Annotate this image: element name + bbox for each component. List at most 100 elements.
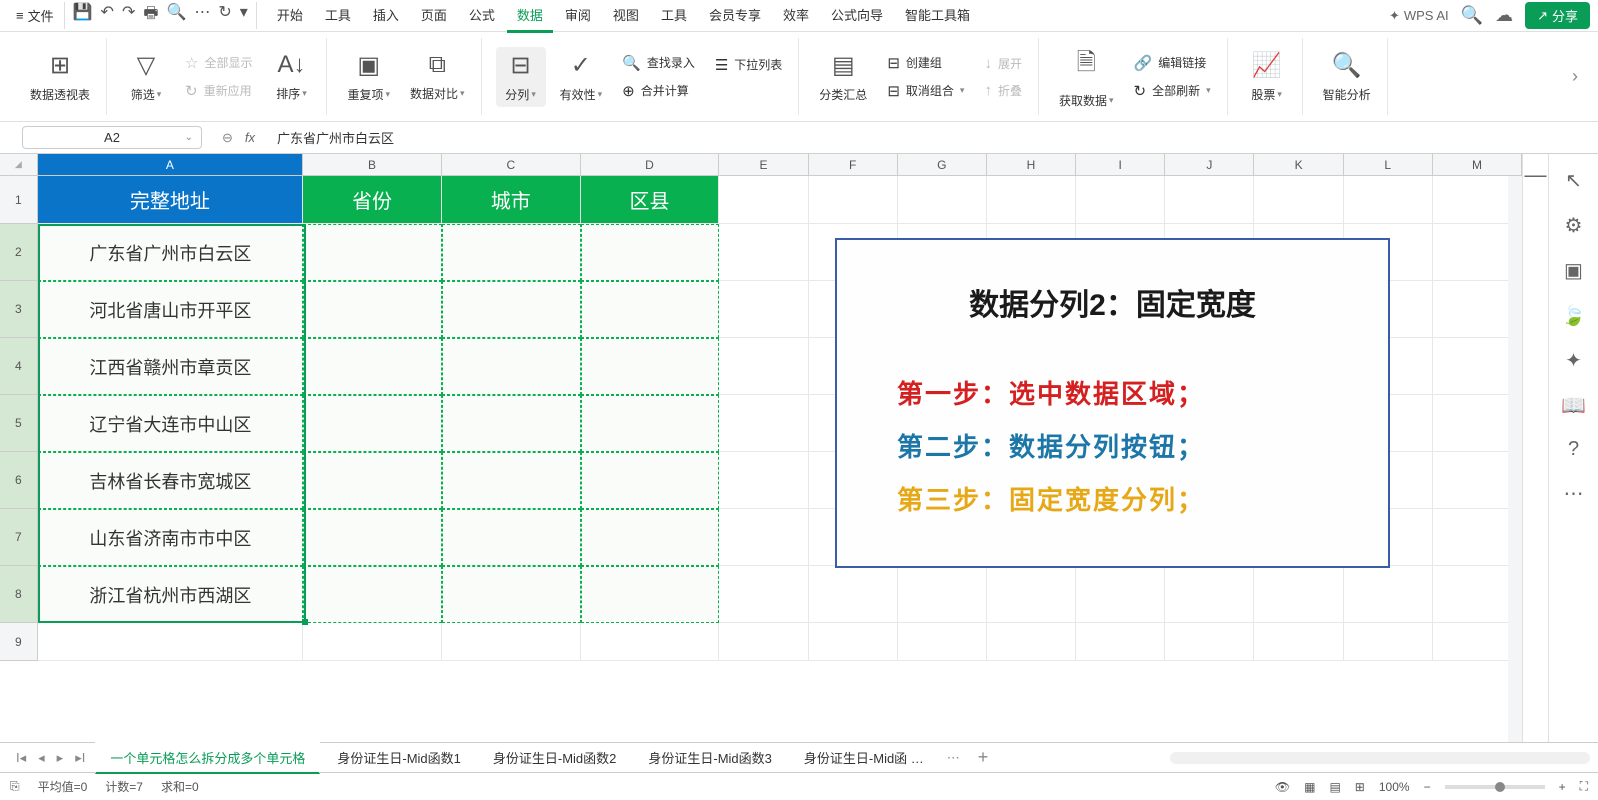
col-header-L[interactable]: L xyxy=(1344,154,1433,175)
ungroup-button[interactable]: ⊟取消组合▾ xyxy=(881,79,970,103)
cell-E5[interactable] xyxy=(719,395,808,452)
fx-icon[interactable]: fx xyxy=(245,130,255,145)
sheet-tab-3[interactable]: 身份证生日-Mid函数3 xyxy=(633,742,787,773)
cell-D7[interactable] xyxy=(581,509,720,566)
cloud-icon[interactable]: ☁ xyxy=(1495,5,1513,26)
preview-icon[interactable]: 🔍 xyxy=(166,2,186,29)
col-header-C[interactable]: C xyxy=(442,154,581,175)
name-box[interactable]: A2 ⌄ xyxy=(22,126,202,149)
cell-J9[interactable] xyxy=(1165,623,1254,661)
tab-formula-guide[interactable]: 公式向导 xyxy=(821,0,893,33)
cell-E7[interactable] xyxy=(719,509,808,566)
view-mode-layout-icon[interactable]: ⊞ xyxy=(1355,780,1365,794)
col-header-F[interactable]: F xyxy=(809,154,898,175)
col-header-A[interactable]: A xyxy=(38,154,304,175)
collapse-sidebar-icon[interactable]: — xyxy=(1525,162,1547,188)
select-tool-icon[interactable]: ↖ xyxy=(1565,168,1582,193)
cell-J8[interactable] xyxy=(1165,566,1254,623)
cell-G9[interactable] xyxy=(898,623,987,661)
row-header-4[interactable]: 4 xyxy=(0,338,38,395)
cell-E9[interactable] xyxy=(719,623,808,661)
qat-dropdown-icon[interactable]: ▾ xyxy=(240,2,248,29)
cell-D1[interactable]: 区县 xyxy=(581,176,720,224)
cell-A7[interactable]: 山东省济南市市中区 xyxy=(38,509,304,566)
view-mode-grid-icon[interactable]: ▦ xyxy=(1304,780,1315,794)
cell-C8[interactable] xyxy=(442,566,581,623)
cell-D6[interactable] xyxy=(581,452,720,509)
col-header-I[interactable]: I xyxy=(1076,154,1165,175)
col-header-H[interactable]: H xyxy=(987,154,1076,175)
show-all-button[interactable]: ☆全部显示 xyxy=(179,51,258,75)
validity-button[interactable]: ✓ 有效性▾ xyxy=(554,47,609,107)
sheet-tab-2[interactable]: 身份证生日-Mid函数2 xyxy=(478,742,632,773)
cell-E6[interactable] xyxy=(719,452,808,509)
split-columns-button[interactable]: ⊟ 分列▾ xyxy=(496,47,546,107)
cell-H8[interactable] xyxy=(987,566,1076,623)
cell-A4[interactable]: 江西省赣州市章贡区 xyxy=(38,338,304,395)
tab-view[interactable]: 视图 xyxy=(603,0,649,33)
sheet-tab-active[interactable]: 一个单元格怎么拆分成多个单元格 xyxy=(95,742,320,774)
cell-B4[interactable] xyxy=(303,338,442,395)
tab-review[interactable]: 审阅 xyxy=(555,0,601,33)
status-mode-icon[interactable]: ⎘ xyxy=(10,779,20,794)
cell-B7[interactable] xyxy=(303,509,442,566)
leaf-icon[interactable]: 🍃 xyxy=(1561,303,1586,328)
cell-C1[interactable]: 城市 xyxy=(442,176,581,224)
row-header-1[interactable]: 1 xyxy=(0,176,38,224)
cell-A3[interactable]: 河北省唐山市开平区 xyxy=(38,281,304,338)
qat-redo2-icon[interactable]: ↻ xyxy=(218,2,231,29)
cell-L9[interactable] xyxy=(1344,623,1433,661)
cell-C6[interactable] xyxy=(442,452,581,509)
select-all-corner[interactable]: ◢ xyxy=(0,154,38,175)
help-icon[interactable]: ? xyxy=(1568,438,1579,461)
tab-insert[interactable]: 插入 xyxy=(363,0,409,33)
tab-data[interactable]: 数据 xyxy=(507,0,553,33)
ribbon-expand-icon[interactable]: › xyxy=(1566,66,1584,87)
search-icon[interactable]: 🔍 xyxy=(1461,5,1483,26)
tab-nav-last-icon[interactable]: ▸I xyxy=(75,750,85,766)
cell-D2[interactable] xyxy=(581,224,720,281)
cell-A9[interactable] xyxy=(38,623,304,661)
zoom-out-icon[interactable]: − xyxy=(1424,780,1431,794)
cell-E3[interactable] xyxy=(719,281,808,338)
cell-C2[interactable] xyxy=(442,224,581,281)
cell-G8[interactable] xyxy=(898,566,987,623)
subtotal-button[interactable]: ▤ 分类汇总 xyxy=(813,47,873,107)
save-icon[interactable]: 💾 xyxy=(73,2,93,29)
find-entry-button[interactable]: 🔍查找录入 xyxy=(616,51,701,75)
edit-links-button[interactable]: 🔗编辑链接 xyxy=(1128,51,1217,75)
cell-B8[interactable] xyxy=(303,566,442,623)
undo-icon[interactable]: ↶ xyxy=(101,2,114,29)
cell-C5[interactable] xyxy=(442,395,581,452)
cell-K1[interactable] xyxy=(1254,176,1343,224)
col-header-J[interactable]: J xyxy=(1165,154,1254,175)
more-icon[interactable]: ⋯ xyxy=(1564,481,1584,506)
cell-L1[interactable] xyxy=(1344,176,1433,224)
row-header-8[interactable]: 8 xyxy=(0,566,38,623)
smart-analysis-button[interactable]: 🔍 智能分析 xyxy=(1317,47,1377,107)
cell-A8[interactable]: 浙江省杭州市西湖区 xyxy=(38,566,304,623)
row-header-2[interactable]: 2 xyxy=(0,224,38,281)
cell-A5[interactable]: 辽宁省大连市中山区 xyxy=(38,395,304,452)
stocks-button[interactable]: 📈 股票▾ xyxy=(1242,47,1292,107)
redo-icon[interactable]: ↷ xyxy=(122,2,135,29)
sort-button[interactable]: A↓ 排序▾ xyxy=(266,47,316,106)
formula-input[interactable]: 广东省广州市白云区 xyxy=(267,128,1588,147)
cell-A1[interactable]: 完整地址 xyxy=(38,176,304,224)
cell-B1[interactable]: 省份 xyxy=(303,176,442,224)
tab-page[interactable]: 页面 xyxy=(411,0,457,33)
group-button[interactable]: ⊟创建组 xyxy=(881,51,970,75)
row-header-5[interactable]: 5 xyxy=(0,395,38,452)
collapse-button[interactable]: ↑折叠 xyxy=(978,79,1028,102)
cell-L8[interactable] xyxy=(1344,566,1433,623)
sheet-tab-more-icon[interactable]: ⋯ xyxy=(941,750,966,766)
cell-C3[interactable] xyxy=(442,281,581,338)
refresh-all-button[interactable]: ↻全部刷新▾ xyxy=(1128,79,1217,103)
tab-formula[interactable]: 公式 xyxy=(459,0,505,33)
layers-icon[interactable]: ▣ xyxy=(1564,258,1583,283)
cell-D3[interactable] xyxy=(581,281,720,338)
cell-C9[interactable] xyxy=(442,623,581,661)
row-header-3[interactable]: 3 xyxy=(0,281,38,338)
tab-start[interactable]: 开始 xyxy=(267,0,313,33)
cell-B9[interactable] xyxy=(303,623,442,661)
